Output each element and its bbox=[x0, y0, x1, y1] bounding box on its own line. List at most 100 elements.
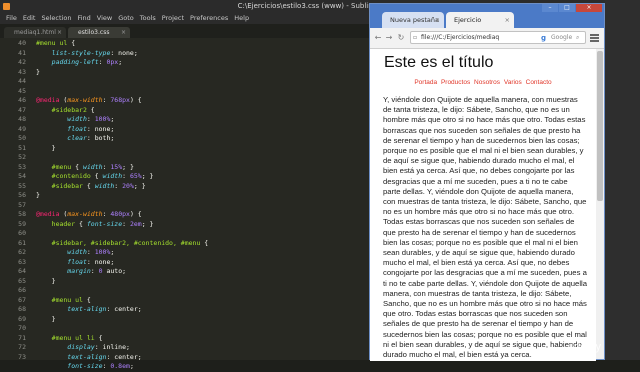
code-token: width bbox=[36, 248, 87, 256]
code-token: } bbox=[36, 276, 56, 285]
code-token: #menu ul bbox=[36, 39, 68, 47]
code-line: float: none; bbox=[36, 125, 114, 135]
line-number: 60 bbox=[18, 229, 26, 237]
code-token: : center; bbox=[106, 305, 142, 313]
line-number: 73 bbox=[18, 352, 26, 361]
line-number: 41 bbox=[18, 48, 26, 57]
menu-icon[interactable] bbox=[590, 34, 599, 42]
code-token: margin bbox=[36, 267, 91, 275]
menu-item-tools[interactable]: Tools bbox=[140, 14, 156, 22]
close-tab-icon[interactable]: × bbox=[505, 12, 510, 28]
code-line: #sidebar { width: 20%; } bbox=[36, 182, 146, 192]
code-token: @media bbox=[36, 96, 60, 104]
code-line: #sidebar, #sidebar2, #contenido, #menu { bbox=[36, 238, 209, 249]
menu-item-project[interactable]: Project bbox=[162, 14, 184, 22]
code-token: 100% bbox=[94, 115, 111, 123]
code-token: clear bbox=[36, 134, 87, 142]
line-number: 45 bbox=[18, 86, 26, 95]
tab-label: estilo3.css bbox=[78, 29, 110, 36]
nav-link-contacto[interactable]: Contacto bbox=[526, 79, 552, 86]
code-token: padding-left bbox=[36, 58, 99, 66]
code-line: #menu { width: 15%; } bbox=[36, 163, 134, 173]
code-token: ; } bbox=[141, 172, 154, 180]
code-token: 480px bbox=[110, 210, 130, 218]
code-token: #contenido bbox=[36, 172, 91, 180]
line-number: 56 bbox=[18, 191, 26, 199]
code-token: width bbox=[82, 162, 103, 171]
line-number: 44 bbox=[18, 77, 26, 85]
code-token: ; } bbox=[122, 162, 134, 171]
code-token: : inline; bbox=[94, 343, 130, 351]
udemy-watermark: udemy bbox=[568, 341, 602, 353]
tab-ejercicio[interactable]: Ejercicio × bbox=[446, 12, 514, 28]
code-token: : none; bbox=[86, 257, 115, 266]
close-tab-icon[interactable]: × bbox=[57, 27, 62, 38]
nav-link-portada[interactable]: Portada bbox=[414, 79, 437, 86]
sublime-app-icon bbox=[3, 3, 10, 10]
tab-mediaq1-html[interactable]: mediaq1.html × bbox=[4, 27, 66, 38]
page-scrollbar[interactable] bbox=[596, 49, 604, 359]
line-number: 47 bbox=[18, 105, 26, 114]
code-token: ) { bbox=[129, 96, 142, 104]
line-number: 69 bbox=[18, 314, 26, 323]
code-token: float bbox=[36, 257, 87, 266]
sublime-tabbar: mediaq1.html × estilo3.css × bbox=[0, 24, 372, 38]
code-token: : none; bbox=[86, 124, 115, 133]
menu-item-selection[interactable]: Selection bbox=[41, 14, 71, 22]
line-number: 64 bbox=[18, 267, 26, 275]
code-token: : bbox=[114, 181, 123, 190]
close-tab-icon[interactable]: × bbox=[435, 12, 440, 28]
code-line: width: 100%; bbox=[36, 115, 114, 125]
back-arrow-icon[interactable]: ← bbox=[373, 33, 383, 43]
code-token: { bbox=[94, 333, 103, 342]
tab-label: Ejercicio bbox=[454, 16, 482, 24]
code-token: list-style-type bbox=[36, 48, 111, 57]
close-tab-icon[interactable]: × bbox=[121, 27, 126, 38]
reload-icon[interactable]: ↻ bbox=[396, 33, 406, 43]
nav-link-varios[interactable]: Varios bbox=[504, 79, 522, 86]
page-title: Este es el título bbox=[384, 54, 494, 71]
code-token: 0.8em bbox=[110, 362, 130, 370]
line-number: 67 bbox=[18, 295, 26, 304]
code-line: } bbox=[36, 68, 40, 78]
google-icon: g bbox=[541, 34, 547, 42]
code-token: 768px bbox=[110, 96, 130, 104]
menu-item-preferences[interactable]: Preferences bbox=[190, 14, 228, 22]
menu-item-goto[interactable]: Goto bbox=[118, 14, 134, 22]
code-token: 15% bbox=[110, 162, 123, 171]
menu-item-view[interactable]: View bbox=[97, 14, 112, 22]
menu-item-edit[interactable]: Edit bbox=[23, 14, 36, 22]
code-token: width bbox=[94, 181, 115, 190]
minimize-button[interactable]: – bbox=[542, 4, 558, 12]
scrollbar-thumb[interactable] bbox=[597, 51, 603, 201]
line-number: 58 bbox=[18, 210, 26, 218]
menu-item-file[interactable]: File bbox=[6, 14, 17, 22]
maximize-button[interactable]: □ bbox=[559, 4, 575, 12]
code-token: #sidebar, #sidebar2, #contenido, #menu bbox=[36, 238, 201, 247]
code-token: ; bbox=[110, 115, 115, 123]
address-bar[interactable]: ▫ file:///C:/Ejercicios/mediaq g Google … bbox=[410, 31, 586, 44]
code-token: } bbox=[36, 67, 40, 76]
code-token: #menu bbox=[36, 162, 72, 171]
code-token: font-size bbox=[86, 219, 123, 228]
line-number: 52 bbox=[18, 153, 26, 161]
forward-arrow-icon[interactable]: → bbox=[384, 33, 394, 43]
tab-nueva-pestana[interactable]: Nueva pestaña × bbox=[382, 12, 444, 28]
code-token: { bbox=[200, 238, 209, 247]
nav-link-nosotros[interactable]: Nosotros bbox=[474, 79, 500, 86]
browser-toolbar: ← → ↻ ▫ file:///C:/Ejercicios/mediaq g G… bbox=[370, 28, 604, 49]
line-number: 55 bbox=[18, 181, 26, 190]
search-icon[interactable]: ⌕ bbox=[576, 32, 579, 43]
tab-estilo3-css[interactable]: estilo3.css × bbox=[68, 27, 130, 38]
code-line: #menu ul { bbox=[36, 39, 75, 49]
menu-item-help[interactable]: Help bbox=[234, 14, 249, 22]
tab-label: Nueva pestaña bbox=[390, 16, 440, 24]
code-editor[interactable]: #menu ul { list-style-type : none; paddin… bbox=[36, 38, 366, 370]
line-number: 65 bbox=[18, 276, 26, 285]
menu-item-find[interactable]: Find bbox=[77, 14, 90, 22]
code-token: : bbox=[86, 115, 95, 123]
code-token: ) { bbox=[129, 210, 142, 218]
code-line: width: 100%; bbox=[36, 248, 114, 258]
close-window-button[interactable]: × bbox=[576, 4, 602, 12]
nav-link-productos[interactable]: Productos bbox=[441, 79, 470, 86]
